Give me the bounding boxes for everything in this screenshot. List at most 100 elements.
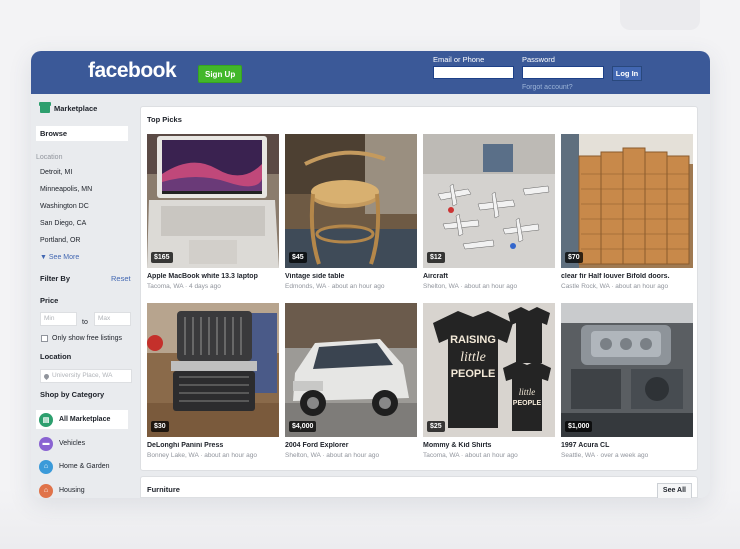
- password-input[interactable]: [522, 66, 604, 79]
- price-badge: $45: [289, 252, 307, 263]
- furniture-heading: Furniture: [147, 485, 180, 494]
- listing-location-time: Bonney Lake, WA · about an hour ago: [147, 452, 257, 459]
- filter-by-heading: Filter By: [40, 274, 71, 283]
- price-badge: $4,000: [289, 421, 317, 432]
- location-item[interactable]: Washington DC: [40, 203, 89, 210]
- max-price-input[interactable]: Max: [94, 312, 131, 326]
- location-placeholder: University Place, WA: [52, 372, 113, 379]
- free-listings-option[interactable]: Only show free listings: [41, 335, 122, 342]
- location-section-label: Location: [36, 154, 63, 161]
- see-more-link[interactable]: ▼ See More: [40, 254, 79, 261]
- house-icon: ⌂: [39, 459, 53, 474]
- shirt-text: little: [460, 350, 486, 365]
- marketplace-label: Marketplace: [54, 104, 98, 113]
- location-item[interactable]: Minneapolis, MN: [40, 186, 92, 193]
- category-home-garden[interactable]: ⌂ Home & Garden: [36, 457, 128, 476]
- listing-title[interactable]: Vintage side table: [285, 273, 417, 280]
- location-item[interactable]: Detroit, MI: [40, 169, 72, 176]
- location-pin-icon: [42, 372, 51, 380]
- category-label: Home & Garden: [59, 463, 110, 470]
- bifold-doors-image: [561, 134, 693, 268]
- see-more-label: See More: [48, 254, 80, 261]
- listing-location-time: Castle Rock, WA · about an hour ago: [561, 283, 669, 290]
- browser-window: facebook Sign Up Email or Phone Password…: [31, 51, 710, 498]
- listing-title[interactable]: DeLonghi Panini Press: [147, 442, 279, 449]
- listing-title[interactable]: 2004 Ford Explorer: [285, 442, 417, 449]
- category-all-marketplace[interactable]: ▤ All Marketplace: [36, 410, 128, 429]
- top-picks-panel: Top Picks $165 Apple MacBook white 13.3 …: [140, 106, 698, 471]
- laptop-image: [147, 134, 279, 268]
- facebook-logo[interactable]: facebook: [88, 59, 177, 83]
- listing-title[interactable]: clear fir Half louver Bifold doors.: [561, 273, 693, 280]
- listing-photo[interactable]: $30: [147, 303, 279, 437]
- side-table-image: [285, 134, 417, 268]
- listing-location-time: Tacoma, WA · about an hour ago: [423, 452, 518, 459]
- category-label: All Marketplace: [59, 416, 111, 423]
- top-navigation-bar: facebook Sign Up Email or Phone Password…: [31, 51, 710, 94]
- shirts-image: RAISING little PEOPLE little PEOPLE: [423, 303, 555, 437]
- listing-title[interactable]: Mommy & Kid Shirts: [423, 442, 555, 449]
- shirt-text: little: [519, 387, 536, 397]
- listing-title[interactable]: 1997 Acura CL: [561, 442, 693, 449]
- price-badge: $30: [151, 421, 169, 432]
- marketplace-title[interactable]: Marketplace: [39, 102, 98, 113]
- category-label: Housing: [59, 487, 85, 494]
- shirt-text: RAISING: [450, 334, 496, 346]
- password-label: Password: [522, 55, 555, 64]
- min-price-input[interactable]: Min: [40, 312, 77, 326]
- listing-card[interactable]: $45 Vintage side table Edmonds, WA · abo…: [285, 134, 417, 290]
- location-item[interactable]: Portland, OR: [40, 237, 80, 244]
- model-aircraft-image: [423, 134, 555, 268]
- background-decoration: [0, 489, 740, 549]
- listing-title[interactable]: Apple MacBook white 13.3 laptop: [147, 273, 279, 280]
- car-icon: ▬: [39, 436, 53, 451]
- listing-location-time: Tacoma, WA · 4 days ago: [147, 283, 221, 290]
- price-badge: $25: [427, 421, 445, 432]
- key-icon: ⌂: [39, 483, 53, 498]
- location-item[interactable]: San Diego, CA: [40, 220, 86, 227]
- listing-title[interactable]: Aircraft: [423, 273, 555, 280]
- listing-location-time: Shelton, WA · about an hour ago: [423, 283, 518, 290]
- location-heading: Location: [40, 352, 72, 361]
- listing-card[interactable]: RAISING little PEOPLE little PEOPLE $25 …: [423, 303, 555, 459]
- reset-link[interactable]: Reset: [111, 274, 131, 283]
- listing-photo[interactable]: $45: [285, 134, 417, 268]
- see-all-button[interactable]: See All: [656, 483, 692, 498]
- email-label: Email or Phone: [433, 55, 485, 64]
- listing-location-time: Shelton, WA · about an hour ago: [285, 452, 380, 459]
- sidebar: Marketplace Browse Location Detroit, MI …: [31, 94, 137, 498]
- sign-up-button[interactable]: Sign Up: [198, 65, 243, 83]
- price-badge: $1,000: [565, 421, 593, 432]
- listing-photo[interactable]: $4,000: [285, 303, 417, 437]
- chevron-down-icon: ▼: [40, 254, 47, 261]
- listing-photo[interactable]: $165: [147, 134, 279, 268]
- listing-card[interactable]: $12 Aircraft Shelton, WA · about an hour…: [423, 134, 555, 290]
- listing-card[interactable]: $165 Apple MacBook white 13.3 laptop Tac…: [147, 134, 279, 290]
- free-listings-label: Only show free listings: [52, 335, 123, 342]
- forgot-account-link[interactable]: Forgot account?: [522, 84, 573, 91]
- free-listings-checkbox[interactable]: [41, 335, 48, 342]
- listing-location-time: Seattle, WA · over a week ago: [561, 452, 649, 459]
- location-input[interactable]: University Place, WA: [40, 369, 132, 383]
- category-label: Vehicles: [59, 440, 86, 447]
- shirt-text: PEOPLE: [513, 400, 542, 407]
- shirt-text: PEOPLE: [451, 368, 496, 380]
- category-housing[interactable]: ⌂ Housing: [36, 481, 128, 498]
- listing-card[interactable]: $4,000 2004 Ford Explorer Shelton, WA · …: [285, 303, 417, 459]
- listing-photo[interactable]: $70: [561, 134, 693, 268]
- listing-photo[interactable]: $12: [423, 134, 555, 268]
- listing-photo[interactable]: RAISING little PEOPLE little PEOPLE $25: [423, 303, 555, 437]
- listing-photo[interactable]: $1,000: [561, 303, 693, 437]
- category-vehicles[interactable]: ▬ Vehicles: [36, 434, 128, 453]
- storefront-icon: ▤: [39, 412, 53, 427]
- listing-card[interactable]: $1,000 1997 Acura CL Seattle, WA · over …: [561, 303, 693, 459]
- email-input[interactable]: [433, 66, 514, 79]
- listing-card[interactable]: $30 DeLonghi Panini Press Bonney Lake, W…: [147, 303, 279, 459]
- furniture-section: Furniture See All: [140, 476, 698, 498]
- login-button[interactable]: Log In: [612, 66, 642, 81]
- suv-image: [285, 303, 417, 437]
- listing-card[interactable]: $70 clear fir Half louver Bifold doors. …: [561, 134, 693, 290]
- browse-nav-item[interactable]: Browse: [36, 126, 128, 141]
- listing-location-time: Edmonds, WA · about an hour ago: [285, 283, 385, 290]
- to-label: to: [82, 319, 88, 326]
